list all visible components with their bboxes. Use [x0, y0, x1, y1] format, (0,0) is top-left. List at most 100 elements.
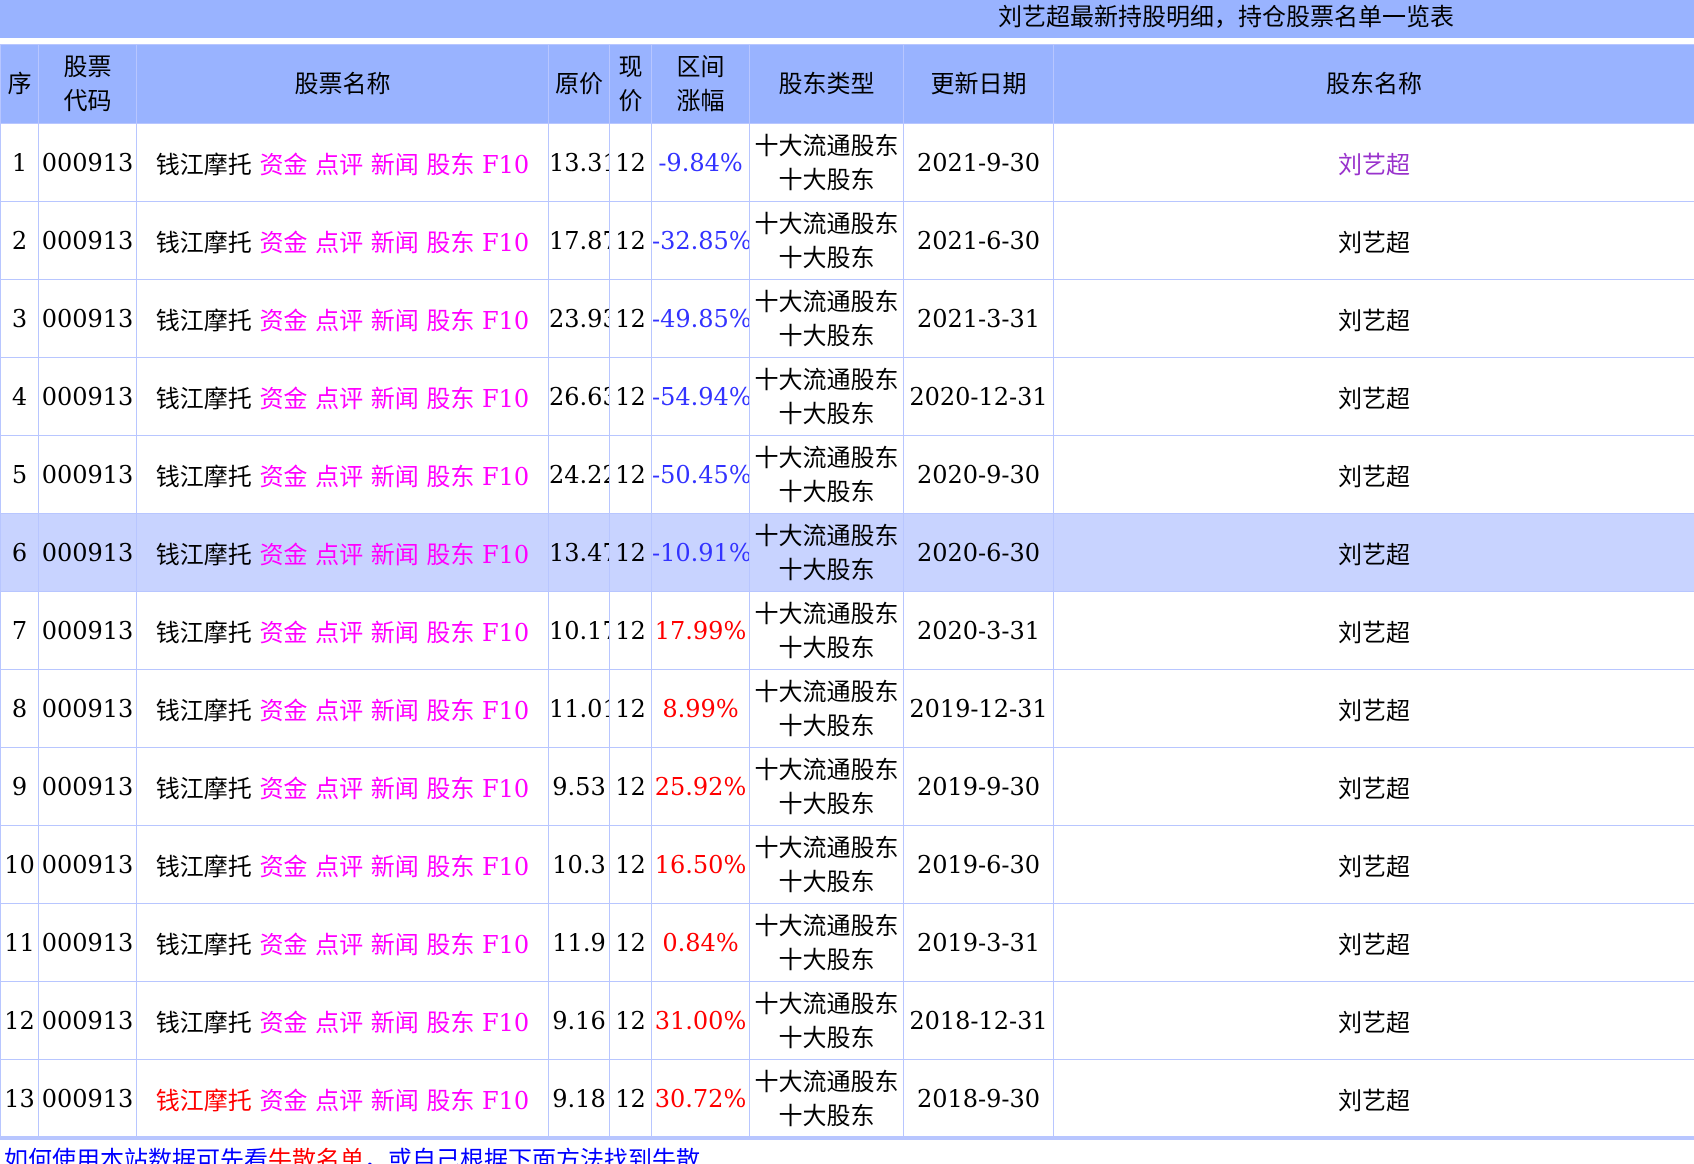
f10-link[interactable]: F10: [482, 619, 529, 647]
top-investors-link[interactable]: 牛散名单: [268, 1146, 364, 1164]
holder-name-link[interactable]: 刘艺超: [1338, 385, 1410, 413]
review-link[interactable]: 点评: [315, 697, 363, 725]
review-link[interactable]: 点评: [315, 1009, 363, 1037]
holder-name-link[interactable]: 刘艺超: [1338, 775, 1410, 803]
review-link[interactable]: 点评: [315, 307, 363, 335]
cell-cur-price: 12: [609, 747, 652, 826]
review-link[interactable]: 点评: [315, 463, 363, 491]
review-link[interactable]: 点评: [315, 229, 363, 257]
holders-link[interactable]: 股东: [426, 307, 474, 335]
header-code-line2: 代码: [63, 87, 112, 115]
fund-link[interactable]: 资金: [259, 229, 307, 257]
news-link[interactable]: 新闻: [371, 385, 419, 413]
fund-link[interactable]: 资金: [259, 931, 307, 959]
cell-cur-price: 12: [609, 435, 652, 514]
fund-link[interactable]: 资金: [259, 1087, 307, 1115]
f10-link[interactable]: F10: [482, 931, 529, 959]
f10-link[interactable]: F10: [482, 385, 529, 413]
fund-link[interactable]: 资金: [259, 307, 307, 335]
news-link[interactable]: 新闻: [371, 307, 419, 335]
review-link[interactable]: 点评: [315, 1087, 363, 1115]
f10-link[interactable]: F10: [482, 229, 529, 257]
stock-name-link[interactable]: 钱江摩托: [156, 385, 252, 413]
holder-name-link[interactable]: 刘艺超: [1338, 463, 1410, 491]
holder-name-link[interactable]: 刘艺超: [1338, 931, 1410, 959]
f10-link[interactable]: F10: [482, 541, 529, 569]
holder-name-link[interactable]: 刘艺超: [1338, 229, 1410, 257]
review-link[interactable]: 点评: [315, 619, 363, 647]
holders-link[interactable]: 股东: [426, 619, 474, 647]
fund-link[interactable]: 资金: [259, 853, 307, 881]
fund-link[interactable]: 资金: [259, 463, 307, 491]
holders-link[interactable]: 股东: [426, 775, 474, 803]
holder-type-line2: 十大股东: [778, 711, 875, 740]
stock-name-link[interactable]: 钱江摩托: [156, 229, 252, 257]
f10-link[interactable]: F10: [482, 697, 529, 725]
f10-link[interactable]: F10: [482, 307, 529, 335]
cell-code: 000913: [38, 279, 137, 358]
stock-name-link[interactable]: 钱江摩托: [156, 697, 252, 725]
footer-text-part2: ，或自己根据下面方法找到牛散: [364, 1146, 700, 1164]
stock-name-link[interactable]: 钱江摩托: [156, 307, 252, 335]
news-link[interactable]: 新闻: [371, 931, 419, 959]
stock-name-link[interactable]: 钱江摩托: [156, 151, 252, 179]
f10-link[interactable]: F10: [482, 853, 529, 881]
news-link[interactable]: 新闻: [371, 697, 419, 725]
holders-link[interactable]: 股东: [426, 541, 474, 569]
holder-name-link[interactable]: 刘艺超: [1338, 619, 1410, 647]
stock-name-link[interactable]: 钱江摩托: [156, 463, 252, 491]
review-link[interactable]: 点评: [315, 541, 363, 569]
news-link[interactable]: 新闻: [371, 619, 419, 647]
stock-name-link[interactable]: 钱江摩托: [156, 1009, 252, 1037]
f10-link[interactable]: F10: [482, 151, 529, 179]
holders-link[interactable]: 股东: [426, 151, 474, 179]
f10-link[interactable]: F10: [482, 775, 529, 803]
holders-link[interactable]: 股东: [426, 1087, 474, 1115]
footer-text: 如何使用本站数据可先看牛散名单，或自己根据下面方法找到牛散: [0, 1140, 1694, 1164]
cell-cur-price: 12: [609, 1059, 652, 1138]
stock-name-link[interactable]: 钱江摩托: [156, 853, 252, 881]
stock-name-link[interactable]: 钱江摩托: [156, 541, 252, 569]
review-link[interactable]: 点评: [315, 931, 363, 959]
holder-name-link[interactable]: 刘艺超: [1338, 307, 1410, 335]
f10-link[interactable]: F10: [482, 1087, 529, 1115]
f10-link[interactable]: F10: [482, 463, 529, 491]
review-link[interactable]: 点评: [315, 853, 363, 881]
holder-name-link[interactable]: 刘艺超: [1338, 541, 1410, 569]
holders-link[interactable]: 股东: [426, 385, 474, 413]
news-link[interactable]: 新闻: [371, 775, 419, 803]
review-link[interactable]: 点评: [315, 385, 363, 413]
holder-name-link[interactable]: 刘艺超: [1338, 853, 1410, 881]
holder-name-link[interactable]: 刘艺超: [1338, 697, 1410, 725]
review-link[interactable]: 点评: [315, 775, 363, 803]
stock-name-link[interactable]: 钱江摩托: [156, 775, 252, 803]
fund-link[interactable]: 资金: [259, 697, 307, 725]
fund-link[interactable]: 资金: [259, 775, 307, 803]
holders-link[interactable]: 股东: [426, 697, 474, 725]
news-link[interactable]: 新闻: [371, 1087, 419, 1115]
stock-name-link[interactable]: 钱江摩托: [156, 931, 252, 959]
news-link[interactable]: 新闻: [371, 229, 419, 257]
holder-name-link[interactable]: 刘艺超: [1338, 151, 1410, 179]
review-link[interactable]: 点评: [315, 151, 363, 179]
fund-link[interactable]: 资金: [259, 541, 307, 569]
fund-link[interactable]: 资金: [259, 151, 307, 179]
news-link[interactable]: 新闻: [371, 853, 419, 881]
holders-link[interactable]: 股东: [426, 853, 474, 881]
fund-link[interactable]: 资金: [259, 619, 307, 647]
news-link[interactable]: 新闻: [371, 541, 419, 569]
stock-name-link[interactable]: 钱江摩托: [156, 619, 252, 647]
holders-link[interactable]: 股东: [426, 931, 474, 959]
news-link[interactable]: 新闻: [371, 463, 419, 491]
fund-link[interactable]: 资金: [259, 1009, 307, 1037]
news-link[interactable]: 新闻: [371, 151, 419, 179]
holder-name-link[interactable]: 刘艺超: [1338, 1087, 1410, 1115]
news-link[interactable]: 新闻: [371, 1009, 419, 1037]
holders-link[interactable]: 股东: [426, 1009, 474, 1037]
stock-name-link[interactable]: 钱江摩托: [156, 1087, 252, 1115]
holder-name-link[interactable]: 刘艺超: [1338, 1009, 1410, 1037]
fund-link[interactable]: 资金: [259, 385, 307, 413]
holders-link[interactable]: 股东: [426, 229, 474, 257]
holders-link[interactable]: 股东: [426, 463, 474, 491]
f10-link[interactable]: F10: [482, 1009, 529, 1037]
